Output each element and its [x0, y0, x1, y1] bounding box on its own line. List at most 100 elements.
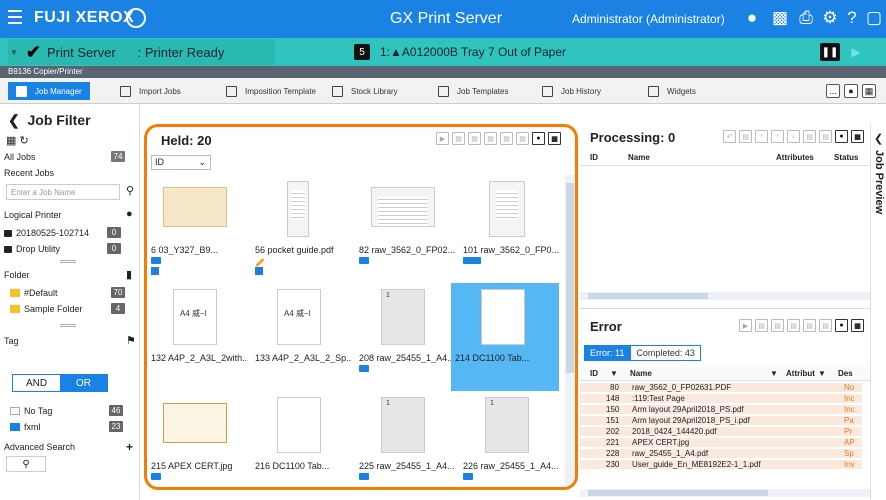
job-tile[interactable]: 82 raw_3562_0_FP02... [355, 175, 455, 283]
user-icon[interactable]: ● [742, 8, 762, 28]
tab-job-history[interactable]: Job History [542, 82, 601, 100]
table-row[interactable]: 228 raw_25455_1_A4.pdf Sp [580, 449, 862, 459]
tab-imposition-template[interactable]: Imposition Template [226, 82, 316, 100]
tab-job-templates[interactable]: Job Templates [438, 82, 508, 100]
job-tile[interactable]: 1 208 raw_25455_1_A4... [355, 283, 455, 391]
filter-icon[interactable]: ▼ [610, 369, 618, 378]
job-tile[interactable]: A4 威−I 132 A4P_2_A3L_2with... [147, 283, 247, 391]
tag-item-fxml[interactable]: fxml [10, 422, 41, 432]
advanced-search-button[interactable]: ⚲ [6, 456, 46, 472]
filter-toolbar-icons[interactable]: ▦ ↻ [6, 134, 29, 147]
panel-divider[interactable] [60, 260, 76, 263]
copy-icon[interactable]: ▤ [739, 130, 752, 143]
job-tile[interactable]: 6 03_Y327_B9... [147, 175, 247, 283]
tag-item-no-tag[interactable]: No Tag [10, 406, 52, 416]
properties-icon[interactable]: ▤ [516, 132, 529, 145]
gear-icon[interactable]: ⚙ [820, 8, 840, 28]
recent-jobs-item[interactable]: Recent Jobs [4, 168, 54, 178]
tab-job-manager[interactable]: Job Manager [8, 82, 90, 100]
print-icon[interactable]: ▶ [436, 132, 449, 145]
sort-select[interactable]: ID ⌄ [151, 155, 211, 170]
delete-icon[interactable]: ▤ [500, 132, 513, 145]
properties-icon[interactable]: ▤ [819, 319, 832, 332]
table-row[interactable]: 150 Arm layout 29April2018_PS.pdf Inc [580, 405, 862, 415]
tab-completed[interactable]: Completed: 43 [630, 345, 701, 361]
table-row[interactable]: 221 APEX CERT.jpg AP [580, 438, 862, 448]
copy-icon[interactable]: ▤ [771, 319, 784, 332]
status-message[interactable]: 1:▲A012000B Tray 7 Out of Paper [380, 45, 566, 59]
delete-icon[interactable]: ▤ [803, 130, 816, 143]
view-toggle-icon[interactable]: ● [532, 132, 545, 145]
grid-view-icon[interactable]: ▦ [862, 84, 876, 98]
job-tile-selected[interactable]: 214 DC1100 Tab... [451, 283, 559, 391]
move-down-icon[interactable]: ↓ [787, 130, 800, 143]
settings-toggle-icon[interactable]: ● [844, 84, 858, 98]
table-row[interactable]: 151 Arm layout 29April2018_PS_i.pdf Pa [580, 416, 862, 426]
chevron-down-icon[interactable]: ▼ [10, 48, 18, 57]
job-tile[interactable]: 215 APEX CERT.jpg [147, 391, 247, 487]
print-server-status[interactable]: ▼ ✔ Print Server : Printer Ready [8, 39, 275, 65]
table-row[interactable]: 202 2018_0424_144420.pdf Pr [580, 427, 862, 437]
play-button[interactable]: ▶ [846, 43, 866, 61]
table-row[interactable]: 230 User_guide_En_ME8192E2-1_1.pdf Inv [580, 460, 862, 470]
search-icon[interactable]: ⚲ [126, 184, 134, 197]
help-icon[interactable]: ? [842, 8, 862, 28]
user-name[interactable]: Administrator (Administrator) [572, 12, 725, 26]
grid-view-icon[interactable]: ▦ [548, 132, 561, 145]
table-row[interactable]: 148:119:Test Page Inc [580, 394, 862, 404]
grid-view-icon[interactable]: ▦ [851, 130, 864, 143]
job-tile[interactable]: A4 威−I 133 A4P_2_A3L_2_Sp... [251, 283, 351, 391]
alert-count-badge[interactable]: 5 [354, 44, 370, 60]
job-name-search-input[interactable]: Enter a Job Name [6, 184, 120, 200]
job-preview-panel[interactable]: ❮ Job Preview [870, 124, 886, 500]
edit-icon[interactable]: ▤ [755, 319, 768, 332]
move-top-icon[interactable]: ↑ [755, 130, 768, 143]
add-search-icon[interactable]: + [126, 440, 133, 454]
pause-button[interactable]: ❚❚ [820, 43, 840, 61]
logical-printer-item-2[interactable]: Drop Utility [4, 244, 60, 254]
all-jobs-item[interactable]: All Jobs [4, 152, 36, 162]
folder-item-sample[interactable]: Sample Folder [10, 304, 83, 314]
monitor-icon[interactable]: ▩ [770, 8, 790, 28]
grid-view-icon[interactable]: ▦ [851, 319, 864, 332]
held-scrollbar[interactable] [565, 175, 575, 487]
delete-icon[interactable]: ▤ [803, 319, 816, 332]
proof-icon[interactable]: ▤ [484, 132, 497, 145]
filter-icon[interactable]: ▼ [818, 369, 826, 378]
and-option[interactable]: AND [13, 375, 60, 391]
logical-printer-item-1[interactable]: 20180525-102714 [4, 228, 89, 238]
view-toggle-icon[interactable]: ● [835, 319, 848, 332]
processing-hscrollbar[interactable] [580, 292, 870, 300]
copy-icon[interactable]: ▤ [468, 132, 481, 145]
filter-icon[interactable]: ▼ [770, 369, 778, 378]
or-option[interactable]: OR [60, 375, 107, 391]
more-button[interactable]: ... [826, 84, 840, 98]
undo-icon[interactable]: ↶ [723, 130, 736, 143]
view-toggle-icon[interactable]: ● [835, 130, 848, 143]
table-row[interactable]: 80 raw_3562_0_FP02631.PDF No [580, 383, 862, 393]
proof-icon[interactable]: ▤ [787, 319, 800, 332]
tag-toggle-icon[interactable]: ⚑ [126, 334, 136, 347]
error-hscrollbar[interactable] [580, 489, 870, 497]
folder-item-default[interactable]: #Default [10, 288, 58, 298]
folder-toggle-icon[interactable]: ▮ [126, 268, 132, 281]
printer-icon[interactable]: ⎙ [796, 8, 816, 28]
chevron-left-icon[interactable]: ❮ [874, 132, 883, 145]
panel-divider[interactable] [60, 324, 76, 327]
edit-icon[interactable]: ▤ [452, 132, 465, 145]
job-tile[interactable]: 56 pocket guide.pdf [251, 175, 351, 283]
move-up-icon[interactable]: ↑ [771, 130, 784, 143]
properties-icon[interactable]: ▤ [819, 130, 832, 143]
print-icon[interactable]: ▶ [739, 319, 752, 332]
job-tile[interactable]: 216 DC1100 Tab... [251, 391, 351, 487]
job-tile[interactable]: 1 225 raw_25455_1_A4... [355, 391, 455, 487]
and-or-toggle[interactable]: AND OR [12, 374, 108, 392]
tab-widgets[interactable]: Widgets [648, 82, 696, 100]
job-tile[interactable]: 1 226 raw_25455_1_A4... [459, 391, 559, 487]
job-filter-title[interactable]: ❮ Job Filter [8, 112, 91, 129]
tab-import-jobs[interactable]: Import Jobs [120, 82, 181, 100]
calendar-icon[interactable]: ▢ [864, 8, 884, 28]
tab-error[interactable]: Error: 11 [584, 345, 631, 361]
job-tile[interactable]: 101 raw_3562_0_FP0... [459, 175, 559, 283]
logical-printer-toggle-icon[interactable]: ● [126, 208, 133, 220]
